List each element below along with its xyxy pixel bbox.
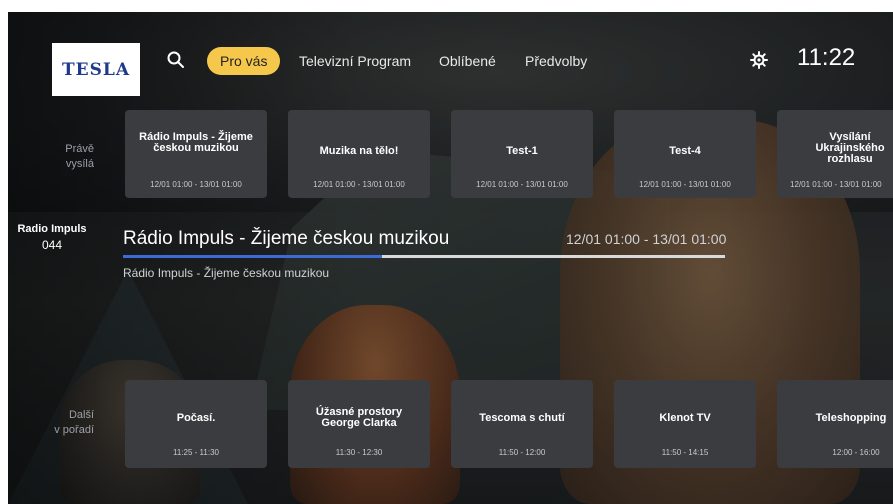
screen-border-left — [0, 0, 8, 504]
card-time: 12/01 01:00 - 13/01 01:00 — [790, 180, 882, 189]
card-title: Úžasné prostory George Clarka — [315, 406, 403, 429]
card-title: Test-4 — [669, 145, 701, 157]
card-time: 11:50 - 12:00 — [498, 448, 546, 457]
card-title: Teleshopping — [815, 412, 887, 424]
search-icon[interactable] — [166, 50, 186, 70]
channel-name: Radio Impuls — [17, 223, 87, 235]
logo-text: TESLA — [61, 59, 131, 80]
card-time: 12/01 01:00 - 13/01 01:00 — [476, 180, 568, 189]
channel-number: 044 — [41, 238, 63, 252]
tab-televizni-program[interactable]: Televizní Program — [299, 47, 411, 75]
card-title: Test-1 — [506, 145, 538, 157]
tab-pro-vas[interactable]: Pro vás — [207, 47, 281, 75]
program-time: 12/01 01:00 - 13/01 01:00 — [566, 231, 727, 247]
now-card[interactable]: Muzika na tělo! 12/01 01:00 - 13/01 01:0… — [288, 110, 430, 198]
card-time: 11:50 - 14:15 — [661, 448, 709, 457]
clock: 11:22 — [797, 44, 856, 71]
tesla-logo: TESLA — [52, 43, 140, 96]
card-title: Klenot TV — [659, 412, 711, 424]
next-card[interactable]: Teleshopping 12:00 - 16:00 — [777, 380, 893, 468]
next-card[interactable]: Počasí. 11:25 - 11:30 — [125, 380, 267, 468]
card-title: Vysílání Ukrajinského rozhlasu — [815, 131, 885, 165]
next-row-label-line1: Další — [68, 409, 94, 421]
now-row-label-line1: Právě — [65, 143, 94, 155]
now-card[interactable]: Vysílání Ukrajinského rozhlasu 12/01 01:… — [777, 110, 893, 198]
now-row-label: Právě vysílá — [40, 142, 94, 172]
card-time: 12:00 - 16:00 — [832, 448, 880, 457]
next-card[interactable]: Úžasné prostory George Clarka 11:30 - 12… — [288, 380, 430, 468]
card-time: 11:25 - 11:30 — [173, 448, 219, 457]
card-time: 11:30 - 12:30 — [335, 448, 383, 457]
now-card[interactable]: Rádio Impuls - Žijeme českou muzikou 12/… — [125, 110, 267, 198]
card-time: 12/01 01:00 - 13/01 01:00 — [313, 180, 405, 189]
screen-border-top — [0, 0, 893, 12]
tab-oblibene[interactable]: Oblíbené — [439, 47, 496, 75]
card-time: 12/01 01:00 - 13/01 01:00 — [150, 180, 242, 189]
next-card[interactable]: Tescoma s chutí 11:50 - 12:00 — [451, 380, 593, 468]
program-progress-bar — [123, 255, 725, 258]
card-time: 12/01 01:00 - 13/01 01:00 — [639, 180, 731, 189]
card-title: Muzika na tělo! — [319, 145, 399, 157]
program-title: Rádio Impuls - Žijeme českou muzikou — [123, 228, 450, 249]
now-card[interactable]: Test-4 12/01 01:00 - 13/01 01:00 — [614, 110, 756, 198]
next-row-label-line2: v pořadí — [54, 424, 94, 436]
program-description: Rádio Impuls - Žijeme českou muzikou — [123, 266, 330, 280]
gear-icon[interactable] — [749, 50, 769, 70]
card-title: Rádio Impuls - Žijeme českou muzikou — [139, 131, 253, 154]
tab-predvolby[interactable]: Předvolby — [525, 47, 587, 75]
next-card[interactable]: Klenot TV 11:50 - 14:15 — [614, 380, 756, 468]
now-card[interactable]: Test-1 12/01 01:00 - 13/01 01:00 — [451, 110, 593, 198]
program-progress-fill — [123, 255, 382, 258]
now-row-label-line2: vysílá — [65, 158, 94, 170]
next-row-label: Další v pořadí — [40, 408, 94, 438]
card-title: Tescoma s chutí — [479, 412, 565, 424]
tv-guide-screen: TESLA Pro vás Televizní Program Oblíbené… — [0, 0, 893, 504]
card-title: Počasí. — [176, 412, 216, 424]
